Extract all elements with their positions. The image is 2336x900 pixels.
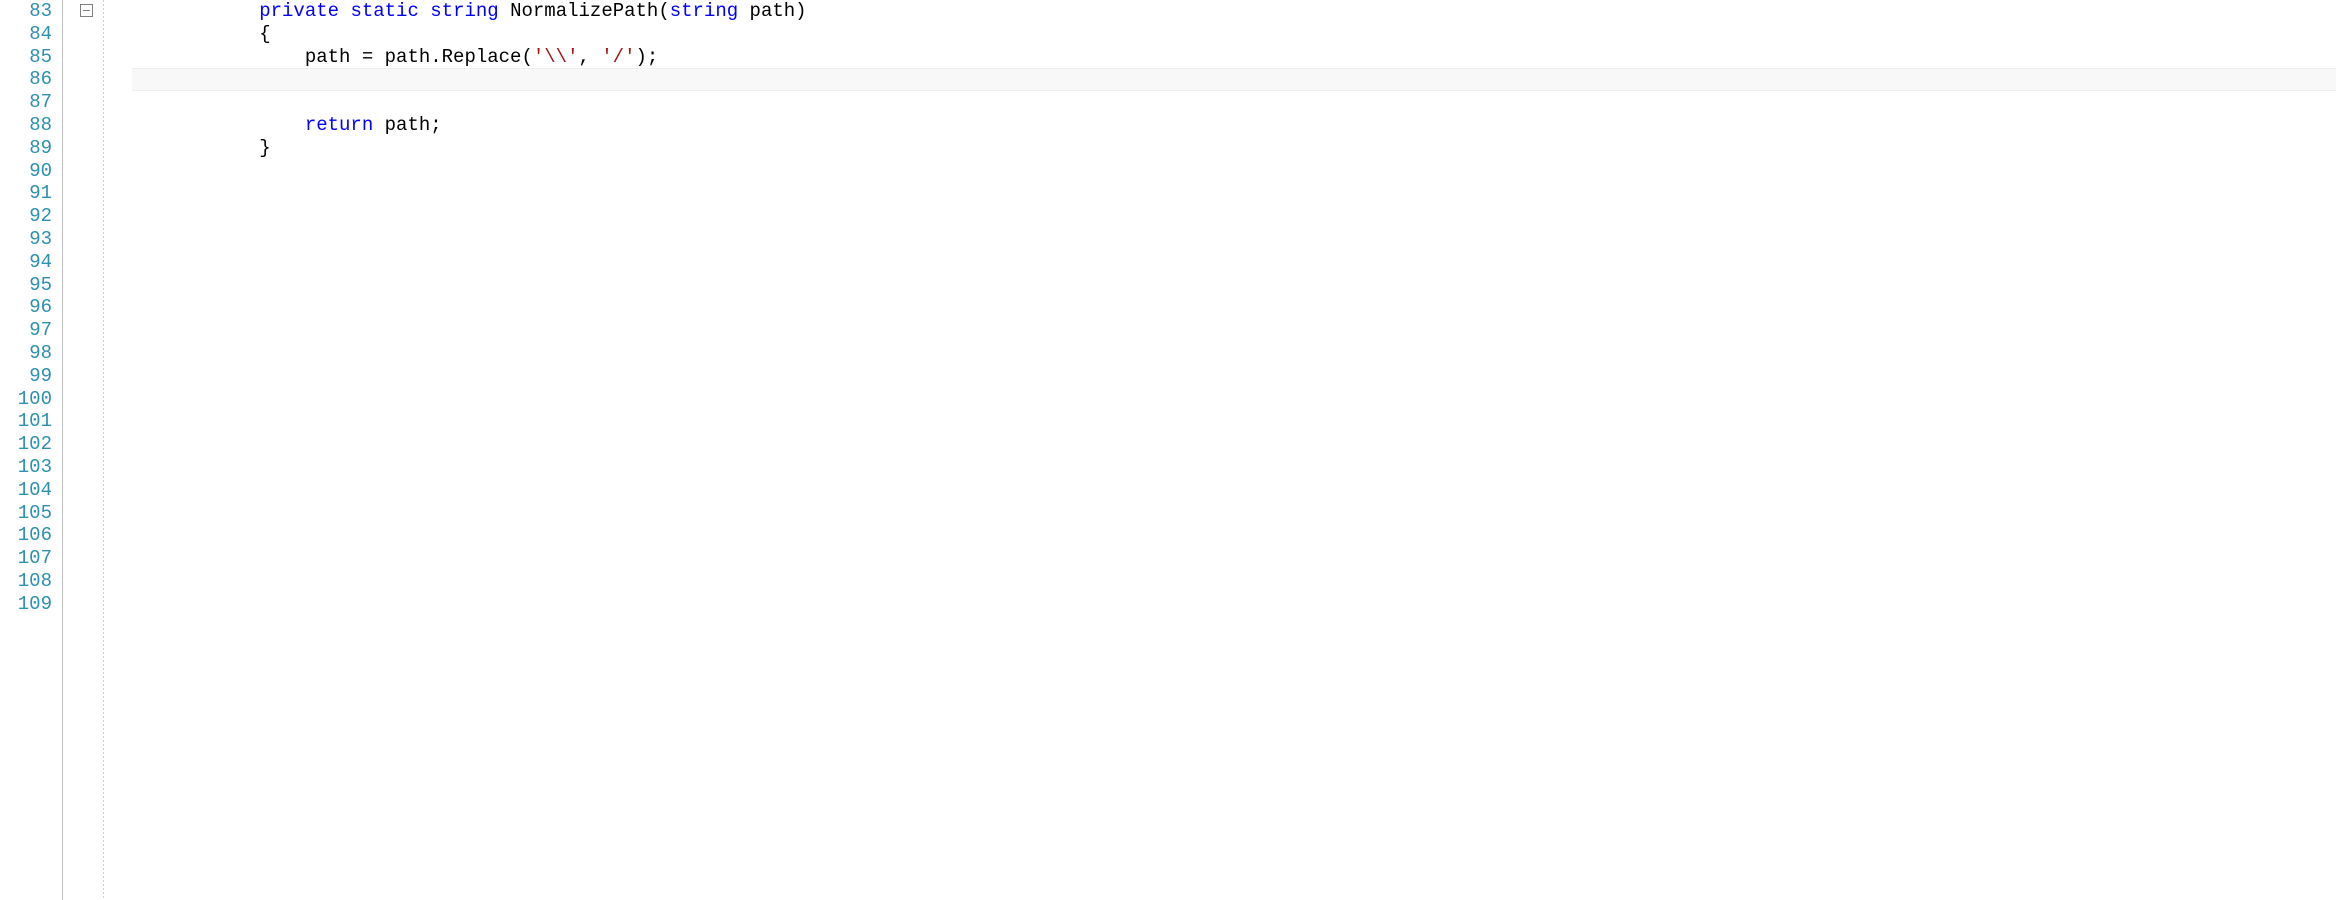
text-token: { bbox=[168, 23, 271, 45]
text-token: } bbox=[168, 137, 271, 159]
line-number: 98 bbox=[0, 342, 52, 365]
line-number-gutter: 8384858687888990919293949596979899100101… bbox=[0, 0, 62, 900]
fold-toggle[interactable] bbox=[80, 4, 93, 17]
code-line[interactable] bbox=[132, 251, 2336, 274]
indent-guide bbox=[103, 0, 104, 900]
string-token: '/' bbox=[601, 46, 635, 68]
code-line[interactable]: { bbox=[132, 23, 2336, 46]
code-line[interactable] bbox=[132, 205, 2336, 228]
line-number: 104 bbox=[0, 479, 52, 502]
text-token bbox=[168, 114, 305, 136]
line-number: 95 bbox=[0, 274, 52, 297]
text-token: ); bbox=[636, 46, 659, 68]
code-area[interactable]: private static string NormalizePath(stri… bbox=[132, 0, 2336, 900]
code-line[interactable]: private static string NormalizePath(stri… bbox=[132, 0, 2336, 23]
code-line[interactable]: return path; bbox=[132, 114, 2336, 137]
code-line[interactable] bbox=[132, 91, 2336, 114]
string-token: '\\' bbox=[533, 46, 579, 68]
code-line[interactable] bbox=[132, 274, 2336, 297]
code-line[interactable] bbox=[132, 456, 2336, 479]
line-number: 99 bbox=[0, 365, 52, 388]
code-line[interactable] bbox=[132, 502, 2336, 525]
keyword-token: string bbox=[430, 0, 498, 22]
code-line[interactable] bbox=[132, 593, 2336, 616]
collapse-icon bbox=[83, 10, 90, 11]
code-line[interactable] bbox=[132, 296, 2336, 319]
line-number: 102 bbox=[0, 433, 52, 456]
folding-margin bbox=[62, 0, 132, 900]
line-number: 89 bbox=[0, 137, 52, 160]
text-token bbox=[168, 0, 259, 22]
code-editor[interactable]: 8384858687888990919293949596979899100101… bbox=[0, 0, 2336, 900]
code-line[interactable] bbox=[132, 433, 2336, 456]
keyword-token: private bbox=[259, 0, 339, 22]
line-number: 87 bbox=[0, 91, 52, 114]
code-line[interactable] bbox=[132, 342, 2336, 365]
text-token: path; bbox=[373, 114, 441, 136]
text-token bbox=[419, 0, 430, 22]
code-line[interactable] bbox=[132, 319, 2336, 342]
code-line[interactable] bbox=[132, 524, 2336, 547]
line-number: 84 bbox=[0, 23, 52, 46]
code-line[interactable] bbox=[132, 410, 2336, 433]
line-number: 86 bbox=[0, 68, 52, 91]
text-token: , bbox=[578, 46, 601, 68]
line-number: 96 bbox=[0, 296, 52, 319]
code-line[interactable] bbox=[132, 570, 2336, 593]
code-line[interactable] bbox=[132, 365, 2336, 388]
line-number: 100 bbox=[0, 388, 52, 411]
code-line[interactable] bbox=[132, 160, 2336, 183]
text-token: NormalizePath( bbox=[499, 0, 670, 22]
code-line[interactable] bbox=[132, 479, 2336, 502]
code-line[interactable] bbox=[132, 228, 2336, 251]
line-number: 83 bbox=[0, 0, 52, 23]
line-number: 108 bbox=[0, 570, 52, 593]
indent-guide bbox=[62, 0, 63, 900]
code-line[interactable]: } bbox=[132, 137, 2336, 160]
keyword-token: return bbox=[305, 114, 373, 136]
line-number: 105 bbox=[0, 502, 52, 525]
line-number: 93 bbox=[0, 228, 52, 251]
line-number: 85 bbox=[0, 46, 52, 69]
keyword-token: static bbox=[350, 0, 418, 22]
line-number: 92 bbox=[0, 205, 52, 228]
text-token: path = path.Replace( bbox=[168, 46, 533, 68]
keyword-token: string bbox=[670, 0, 738, 22]
text-token: path) bbox=[738, 0, 806, 22]
line-number: 88 bbox=[0, 114, 52, 137]
line-number: 94 bbox=[0, 251, 52, 274]
code-line[interactable]: path = path.Replace('\\', '/'); bbox=[132, 46, 2336, 69]
line-number: 109 bbox=[0, 593, 52, 616]
text-token bbox=[339, 0, 350, 22]
code-line[interactable] bbox=[132, 547, 2336, 570]
line-number: 107 bbox=[0, 547, 52, 570]
line-number: 91 bbox=[0, 182, 52, 205]
line-number: 103 bbox=[0, 456, 52, 479]
code-line[interactable] bbox=[132, 68, 2336, 91]
line-number: 90 bbox=[0, 160, 52, 183]
code-line[interactable] bbox=[132, 388, 2336, 411]
line-number: 101 bbox=[0, 410, 52, 433]
line-number: 97 bbox=[0, 319, 52, 342]
code-line[interactable] bbox=[132, 182, 2336, 205]
line-number: 106 bbox=[0, 524, 52, 547]
